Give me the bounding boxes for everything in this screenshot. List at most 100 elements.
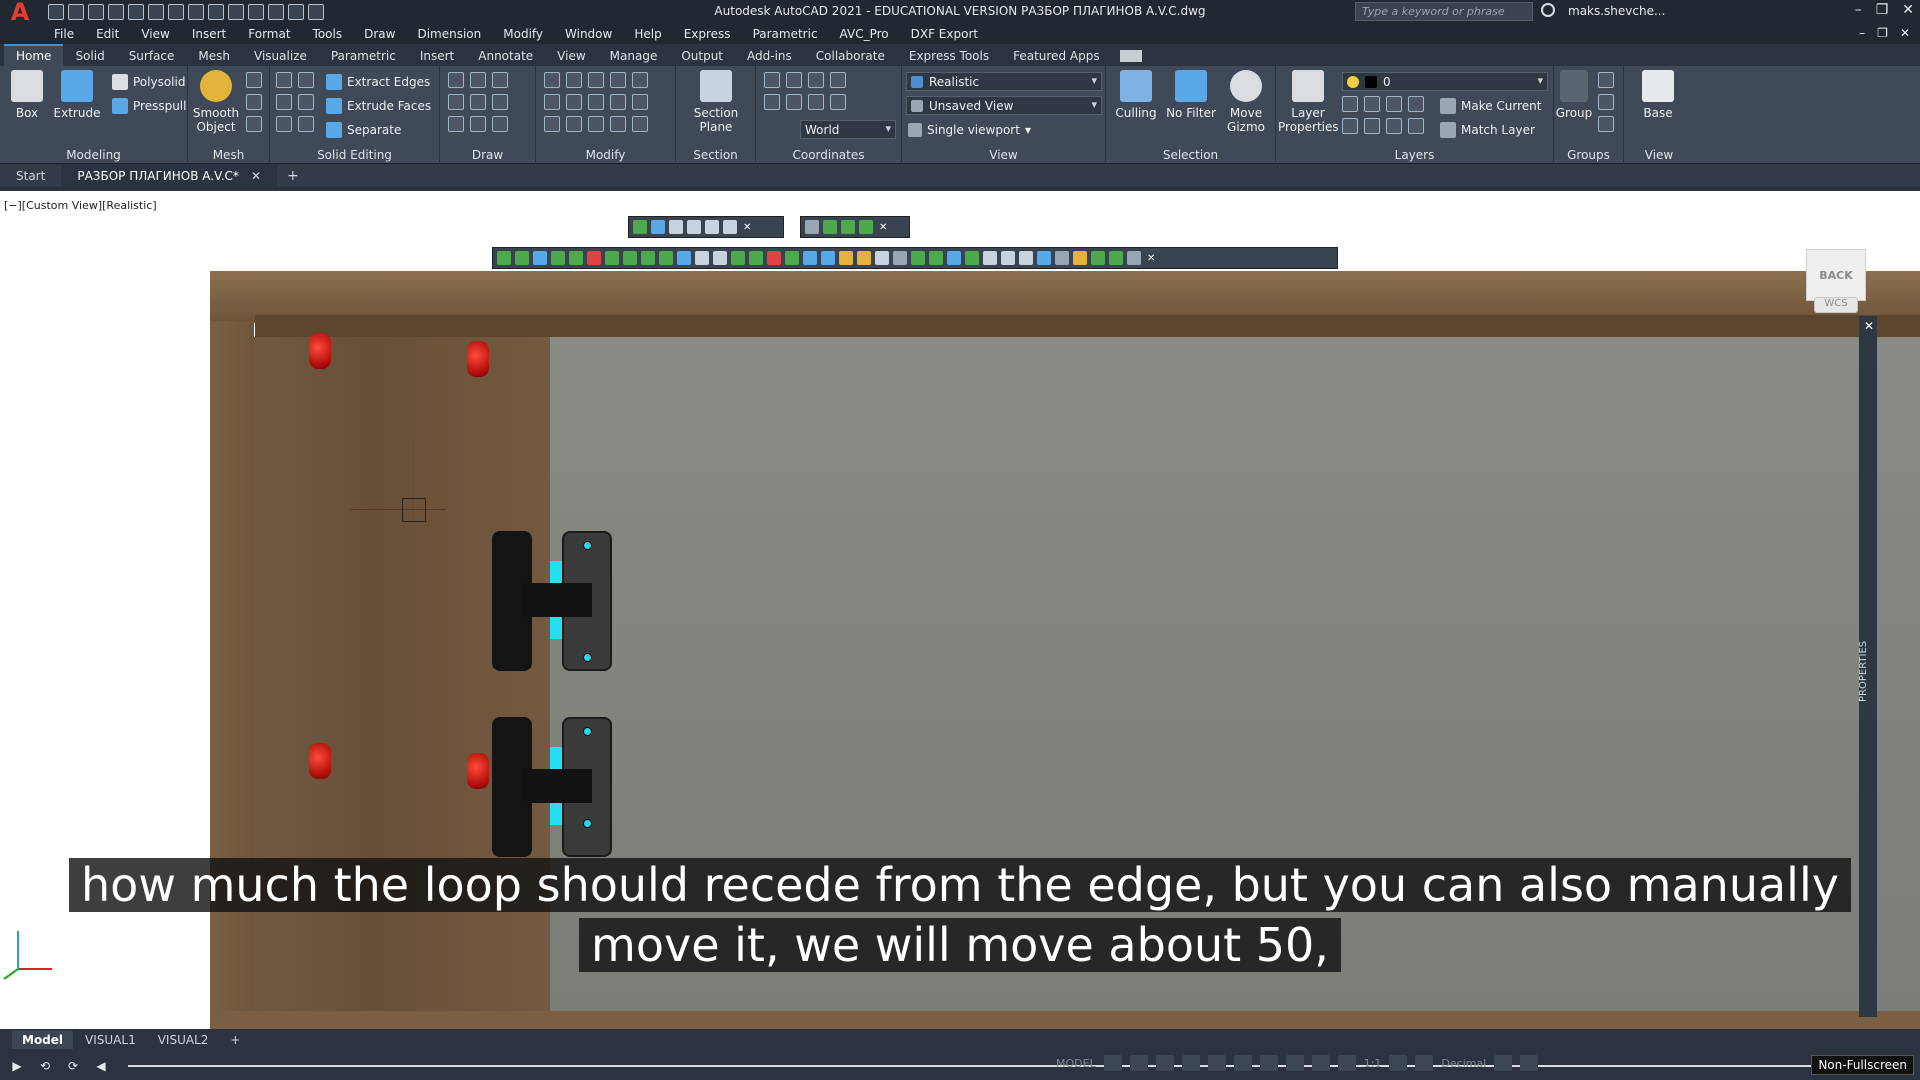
avc-toolbar-close-icon[interactable]: ✕ (1147, 253, 1155, 264)
paste-icon[interactable] (308, 4, 324, 20)
line-draw-icon[interactable] (448, 94, 464, 110)
tool-a-icon[interactable] (633, 220, 647, 234)
menu-express[interactable]: Express (684, 27, 731, 41)
avc-tool-20-icon[interactable] (839, 251, 853, 265)
new-tab-icon[interactable]: + (277, 168, 309, 184)
panel-title-coordinates[interactable]: Coordinates (756, 146, 901, 164)
panel-title-view-base[interactable]: View (1624, 146, 1694, 164)
thicken-icon[interactable] (298, 116, 314, 132)
layer-freeze-icon[interactable] (1386, 96, 1402, 112)
tool-f-icon[interactable] (723, 220, 737, 234)
group-button[interactable]: Group (1554, 70, 1594, 120)
menu-insert[interactable]: Insert (192, 27, 226, 41)
menu-dxf-export[interactable]: DXF Export (911, 27, 978, 41)
tab-insert[interactable]: Insert (408, 46, 466, 66)
otrack-icon[interactable] (1233, 1055, 1252, 1071)
avc-tool-36-icon[interactable] (1127, 251, 1141, 265)
ellipse-icon[interactable] (492, 116, 508, 132)
tab-manage[interactable]: Manage (598, 46, 670, 66)
avc-tool-23-icon[interactable] (893, 251, 907, 265)
tab-solid[interactable]: Solid (63, 46, 116, 66)
ucs-origin-icon[interactable] (830, 72, 846, 88)
ucs-icon[interactable] (764, 72, 780, 88)
properties-close-icon[interactable]: ✕ (1864, 319, 1874, 333)
erase-icon[interactable] (544, 116, 560, 132)
tab-home[interactable]: Home (4, 44, 64, 66)
3d-mirror-icon[interactable] (544, 72, 560, 88)
new-icon[interactable] (48, 4, 64, 20)
menu-parametric[interactable]: Parametric (753, 27, 818, 41)
slice-icon[interactable] (276, 116, 292, 132)
no-filter-button[interactable]: No Filter (1162, 70, 1220, 120)
avc-tool-29-icon[interactable] (1001, 251, 1015, 265)
polar-icon[interactable] (1181, 1055, 1200, 1071)
group-select-icon[interactable] (1598, 116, 1614, 132)
polygon-icon[interactable] (448, 116, 464, 132)
smooth-object-button[interactable]: Smooth Object (188, 70, 244, 134)
avc-tool-34-icon[interactable] (1091, 251, 1105, 265)
save-as-icon[interactable] (108, 4, 124, 20)
search-icon[interactable] (1541, 3, 1555, 17)
avc-tool-32-icon[interactable] (1055, 251, 1069, 265)
panel-title-solid-editing[interactable]: Solid Editing (270, 146, 439, 164)
avc-tool-11-icon[interactable] (677, 251, 691, 265)
transparency-icon[interactable] (1285, 1055, 1304, 1071)
dowel[interactable] (309, 333, 331, 369)
avc-tool-28-icon[interactable] (983, 251, 997, 265)
ucs-world-dropdown[interactable]: World (800, 120, 896, 139)
properties-palette-label[interactable]: PROPERTIES (1858, 631, 1878, 711)
line-icon[interactable] (248, 4, 264, 20)
tool-b-icon[interactable] (651, 220, 665, 234)
named-view-dropdown[interactable]: Unsaved View (906, 96, 1102, 115)
menu-draw[interactable]: Draw (364, 27, 395, 41)
toolbar-2-close-icon[interactable]: ✕ (879, 222, 887, 233)
panel-title-mesh[interactable]: Mesh (188, 146, 269, 164)
avc-tool-35-icon[interactable] (1109, 251, 1123, 265)
extrude-button[interactable]: Extrude (50, 70, 104, 120)
layout-tab-model[interactable]: Model (12, 1031, 74, 1049)
tool-e-icon[interactable] (705, 220, 719, 234)
panel-title-modeling[interactable]: Modeling (0, 146, 187, 164)
section-plane-button[interactable]: Section Plane (686, 70, 746, 134)
plot-icon[interactable] (128, 4, 144, 20)
tab-visualize[interactable]: Visualize (242, 46, 319, 66)
chamfer-icon[interactable] (632, 116, 648, 132)
search-input[interactable]: Type a keyword or phrase (1355, 2, 1533, 21)
avc-tool-2-icon[interactable] (515, 251, 529, 265)
avc-tool-3-icon[interactable] (533, 251, 547, 265)
customize-icon[interactable] (1520, 1055, 1539, 1071)
polysolid-button[interactable]: Polysolid (112, 72, 185, 92)
avc-tool-5-icon[interactable] (569, 251, 583, 265)
menu-help[interactable]: Help (634, 27, 661, 41)
avc-tool-1-icon[interactable] (497, 251, 511, 265)
selection-cycling-icon[interactable] (1311, 1055, 1330, 1071)
layer-on-all-icon[interactable] (1342, 118, 1358, 134)
tab-surface[interactable]: Surface (117, 46, 187, 66)
add-layout-icon[interactable]: + (220, 1031, 250, 1049)
panel-title-view[interactable]: View (902, 146, 1105, 164)
panel-title-modify[interactable]: Modify (536, 146, 675, 164)
hinge[interactable] (492, 717, 612, 857)
tool-n-icon[interactable] (823, 220, 837, 234)
box-button[interactable]: Box (0, 70, 54, 120)
restore-icon[interactable]: ❐ (1876, 2, 1889, 18)
avc-tool-25-icon[interactable] (929, 251, 943, 265)
helix-icon[interactable] (492, 72, 508, 88)
select-icon[interactable] (188, 4, 204, 20)
stretch-icon[interactable] (588, 116, 604, 132)
layer-off-icon[interactable] (1342, 96, 1358, 112)
copy-icon[interactable] (288, 4, 304, 20)
wcs-menu[interactable]: WCS (1814, 297, 1858, 313)
avc-tool-16-icon[interactable] (767, 251, 781, 265)
osnap-icon[interactable] (1207, 1055, 1226, 1071)
avc-tool-13-icon[interactable] (713, 251, 727, 265)
layer-icon[interactable] (268, 4, 284, 20)
rectangle-icon[interactable] (470, 116, 486, 132)
menu-avc-pro[interactable]: AVC_Pro (840, 27, 889, 41)
panel-title-selection[interactable]: Selection (1106, 146, 1275, 164)
undo-icon[interactable] (148, 4, 164, 20)
union-icon[interactable] (276, 72, 292, 88)
floating-toolbar-2[interactable]: ✕ (800, 216, 910, 238)
arc-icon[interactable] (470, 94, 486, 110)
tool-k-icon[interactable] (841, 220, 855, 234)
